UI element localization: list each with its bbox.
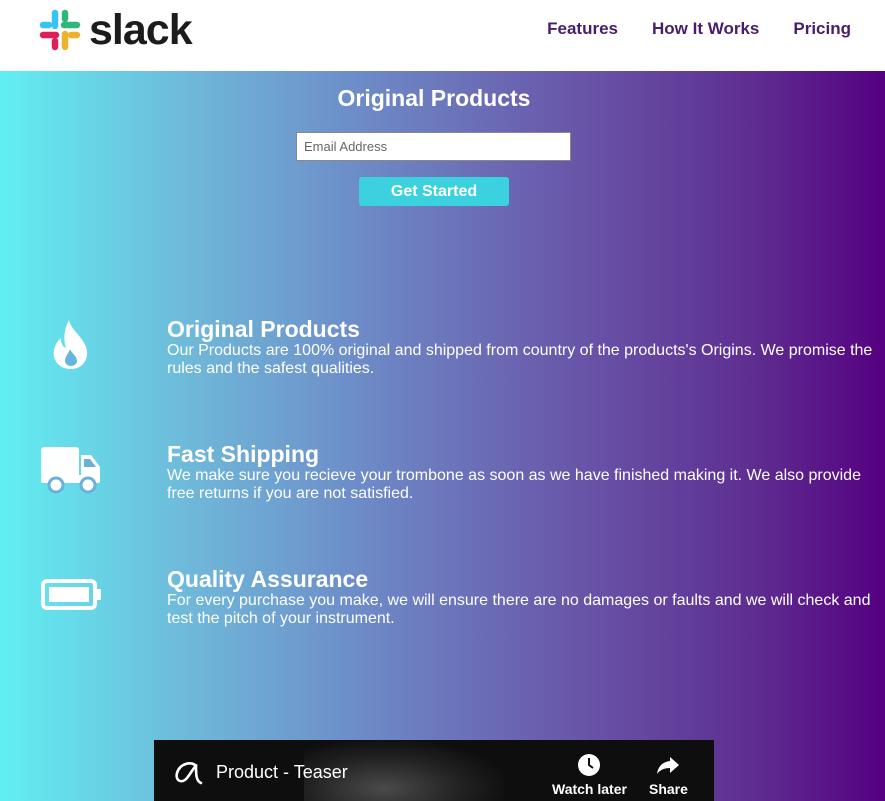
feature-title: Fast Shipping bbox=[167, 441, 320, 467]
battery-icon bbox=[41, 579, 101, 610]
nav-pricing[interactable]: Pricing bbox=[793, 19, 851, 39]
feature-text: For every purchase you make, we will ens… bbox=[167, 592, 871, 627]
get-started-button[interactable]: Get Started bbox=[359, 177, 509, 206]
feature-title: Quality Assurance bbox=[167, 566, 369, 592]
channel-logo-icon[interactable] bbox=[170, 756, 206, 788]
slack-logo[interactable]: slack bbox=[39, 6, 193, 54]
hero-section: Original Products Get Started Original P… bbox=[0, 71, 885, 801]
site-header: slack Features How It Works Pricing bbox=[0, 0, 885, 71]
share-icon bbox=[657, 757, 680, 774]
slack-logo-icon bbox=[39, 9, 81, 51]
brand-name: slack bbox=[89, 6, 193, 54]
main-nav: Features How It Works Pricing bbox=[547, 19, 851, 39]
share-button[interactable]: Share bbox=[649, 753, 688, 797]
watch-later-label: Watch later bbox=[552, 781, 627, 797]
fire-icon bbox=[53, 320, 88, 369]
feature-text: We make sure you recieve your trombone a… bbox=[167, 467, 861, 502]
email-input[interactable] bbox=[296, 132, 571, 161]
hero-title: Original Products bbox=[337, 85, 531, 111]
feature-text: Our Products are 100% original and shipp… bbox=[167, 342, 873, 377]
nav-how-it-works[interactable]: How It Works bbox=[652, 19, 759, 39]
video-player[interactable]: Product - Teaser Watch later Share bbox=[154, 740, 714, 801]
truck-icon bbox=[41, 447, 100, 494]
video-title[interactable]: Product - Teaser bbox=[216, 762, 348, 783]
clock-icon bbox=[578, 754, 601, 776]
share-label: Share bbox=[649, 781, 688, 797]
nav-features[interactable]: Features bbox=[547, 19, 618, 39]
feature-title: Original Products bbox=[167, 316, 360, 342]
watch-later-button[interactable]: Watch later bbox=[552, 753, 627, 797]
